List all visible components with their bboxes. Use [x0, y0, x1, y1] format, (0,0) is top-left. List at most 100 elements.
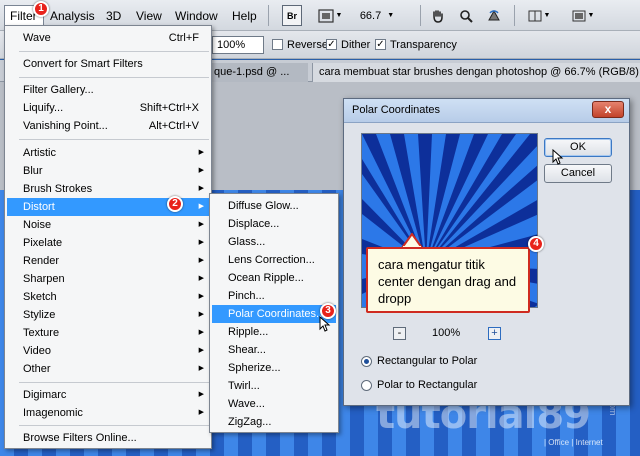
- menu-item-render[interactable]: Render ▶: [7, 252, 209, 270]
- menu-item-texture[interactable]: Texture ▶: [7, 324, 209, 342]
- dither-label: Dither: [341, 39, 371, 51]
- submenu-item-ocean-ripple[interactable]: Ocean Ripple...: [212, 269, 336, 287]
- submenu-item-zigzag[interactable]: ZigZag...: [212, 413, 336, 431]
- transparency-checkbox[interactable]: ✓: [375, 39, 386, 50]
- transparency-label: Transparency: [390, 39, 457, 51]
- opacity-field[interactable]: 100%: [212, 36, 264, 54]
- cancel-button[interactable]: Cancel: [544, 164, 612, 183]
- watermark-subtext: | Office | Internet: [544, 438, 603, 447]
- hand-tool-button[interactable]: [428, 5, 448, 26]
- submenu-item-displace[interactable]: Displace...: [212, 215, 336, 233]
- submenu-arrow-icon: ▶: [198, 167, 204, 174]
- zoom-level[interactable]: 66.7 ▼: [352, 5, 402, 26]
- submenu-arrow-icon: ▶: [198, 239, 204, 246]
- submenu-arrow-icon: ▶: [198, 329, 204, 336]
- menu-analysis[interactable]: Analysis: [50, 9, 95, 23]
- polar-to-rectangular-radio[interactable]: [361, 380, 372, 391]
- submenu-item-ripple[interactable]: Ripple...: [212, 323, 336, 341]
- bridge-button[interactable]: Br: [282, 5, 302, 26]
- submenu-item-shear[interactable]: Shear...: [212, 341, 336, 359]
- zoom-tool-button[interactable]: [456, 5, 476, 26]
- screen-mode-icon: [572, 10, 586, 21]
- menu-item-last-filter[interactable]: Wave Ctrl+F: [7, 29, 209, 47]
- rectangular-to-polar-label: Rectangular to Polar: [377, 355, 478, 367]
- rectangular-to-polar-radio[interactable]: [361, 356, 372, 367]
- submenu-arrow-icon: ▶: [198, 391, 204, 398]
- tab-document-1[interactable]: que-1.psd @ ...: [208, 63, 308, 82]
- submenu-item-wave[interactable]: Wave...: [212, 395, 336, 413]
- menu-item-brush-strokes[interactable]: Brush Strokes ▶: [7, 180, 209, 198]
- menu-item-pixelate[interactable]: Pixelate ▶: [7, 234, 209, 252]
- submenu-arrow-icon: ▶: [198, 311, 204, 318]
- toolbar-separator: [420, 5, 421, 26]
- menu-item-vanishing-point[interactable]: Vanishing Point... Alt+Ctrl+V: [7, 117, 209, 135]
- menu-separator: [19, 382, 209, 383]
- menu-item-convert-smart-filters[interactable]: Convert for Smart Filters: [7, 55, 209, 73]
- menu-item-digimarc[interactable]: Digimarc ▶: [7, 386, 209, 404]
- step-badge-4: 4: [528, 236, 544, 252]
- filter-menu: Wave Ctrl+F Convert for Smart Filters Fi…: [4, 25, 212, 449]
- submenu-arrow-icon: ▶: [198, 185, 204, 192]
- menu-item-liquify[interactable]: Liquify... Shift+Ctrl+X: [7, 99, 209, 117]
- zoom-out-button[interactable]: -: [393, 327, 406, 340]
- toolbar-separator: [514, 5, 515, 26]
- submenu-item-polar-coordinates[interactable]: Polar Coordinates...: [212, 305, 336, 323]
- menu-separator: [19, 77, 209, 78]
- menu-item-stylize[interactable]: Stylize ▶: [7, 306, 209, 324]
- submenu-arrow-icon: ▶: [198, 365, 204, 372]
- zoom-in-button[interactable]: +: [488, 327, 501, 340]
- menu-view[interactable]: View: [136, 9, 162, 23]
- submenu-arrow-icon: ▶: [198, 203, 204, 210]
- submenu-item-lens-correction[interactable]: Lens Correction...: [212, 251, 336, 269]
- menu-item-other[interactable]: Other ▶: [7, 360, 209, 378]
- callout-note: cara mengatur titik center dengan drag a…: [366, 247, 530, 313]
- step-badge-2: 2: [167, 196, 183, 212]
- preview-zoom-level: 100%: [432, 327, 461, 339]
- submenu-item-glass[interactable]: Glass...: [212, 233, 336, 251]
- menu-item-sharpen[interactable]: Sharpen ▶: [7, 270, 209, 288]
- submenu-arrow-icon: ▶: [198, 257, 204, 264]
- step-badge-1: 1: [33, 1, 49, 17]
- tab-document-2[interactable]: cara membuat star brushes dengan photosh…: [312, 63, 640, 82]
- submenu-item-pinch[interactable]: Pinch...: [212, 287, 336, 305]
- menu-item-browse-filters-online[interactable]: Browse Filters Online...: [7, 429, 209, 447]
- close-button[interactable]: x: [592, 101, 624, 118]
- submenu-arrow-icon: ▶: [198, 409, 204, 416]
- submenu-item-twirl[interactable]: Twirl...: [212, 377, 336, 395]
- submenu-item-spherize[interactable]: Spherize...: [212, 359, 336, 377]
- menu-item-artistic[interactable]: Artistic ▶: [7, 144, 209, 162]
- submenu-arrow-icon: ▶: [198, 149, 204, 156]
- arrange-documents-button[interactable]: ▼: [524, 5, 554, 26]
- dialog-title: Polar Coordinates: [344, 99, 629, 123]
- arrange-icon: [528, 10, 542, 21]
- menu-separator: [19, 51, 209, 52]
- menu-item-filter-gallery[interactable]: Filter Gallery...: [7, 81, 209, 99]
- rotate-view-button[interactable]: [484, 5, 504, 26]
- rotate-view-icon: [488, 9, 500, 20]
- mouse-cursor-icon: [552, 149, 564, 165]
- reverse-checkbox[interactable]: [272, 39, 283, 50]
- menu-window[interactable]: Window: [175, 9, 218, 23]
- menu-separator: [19, 139, 209, 140]
- submenu-item-diffuse-glow[interactable]: Diffuse Glow...: [212, 197, 336, 215]
- dither-checkbox[interactable]: ✓: [326, 39, 337, 50]
- menu-item-blur[interactable]: Blur ▶: [7, 162, 209, 180]
- submenu-arrow-icon: ▶: [198, 347, 204, 354]
- submenu-arrow-icon: ▶: [198, 275, 204, 282]
- reverse-label: Reverse: [287, 39, 328, 51]
- magnifier-icon: [460, 9, 473, 23]
- menu-item-video[interactable]: Video ▶: [7, 342, 209, 360]
- filmstrip-icon: [317, 8, 334, 23]
- toolbar-separator: [268, 5, 269, 26]
- submenu-arrow-icon: ▶: [198, 293, 204, 300]
- menu-item-noise[interactable]: Noise ▶: [7, 216, 209, 234]
- screen-mode-menu-button[interactable]: ▼: [568, 5, 598, 26]
- menu-help[interactable]: Help: [232, 9, 257, 23]
- submenu-arrow-icon: ▶: [198, 221, 204, 228]
- menu-separator: [19, 425, 209, 426]
- screen-mode-button[interactable]: ▼: [314, 5, 346, 26]
- menu-item-imagenomic[interactable]: Imagenomic ▶: [7, 404, 209, 422]
- menu-3d[interactable]: 3D: [106, 9, 121, 23]
- menu-item-sketch[interactable]: Sketch ▶: [7, 288, 209, 306]
- hand-icon: [433, 9, 443, 23]
